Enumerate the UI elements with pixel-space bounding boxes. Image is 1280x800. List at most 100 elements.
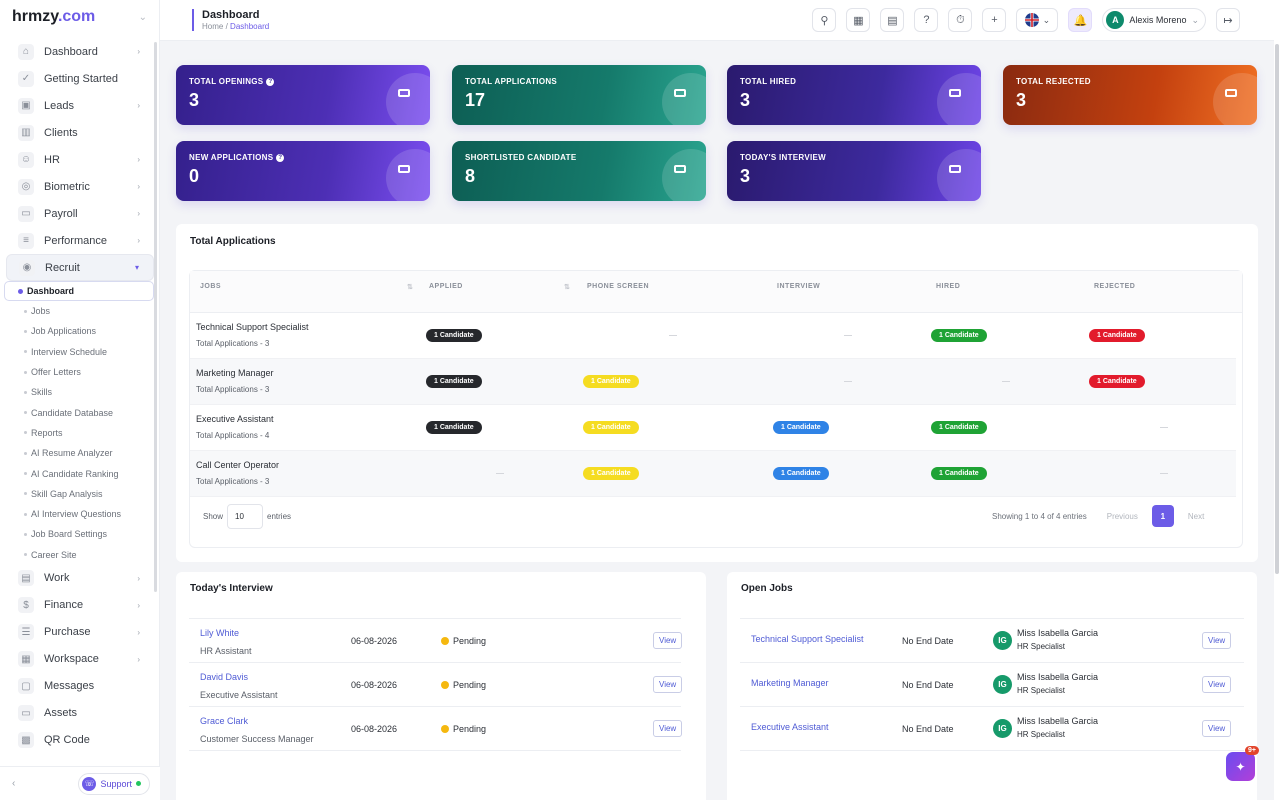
page-1-button[interactable]: 1 [1151, 505, 1174, 527]
sidebar-item-recruit[interactable]: ◉ Recruit ▾ [6, 254, 154, 281]
help-button[interactable]: ? [914, 8, 939, 32]
sidebar-subitem-ai-interview-questions[interactable]: AI Interview Questions [4, 504, 154, 524]
help-icon[interactable]: ? [266, 77, 275, 86]
sidebar-item-assets[interactable]: ▭ Assets [6, 700, 154, 727]
sidebar-subitem-skill-gap-analysis[interactable]: Skill Gap Analysis [4, 484, 154, 504]
candidate-name[interactable]: Lily White [200, 628, 239, 638]
col-applied[interactable]: APPLIED [429, 283, 463, 290]
sidebar-subitem-reports[interactable]: Reports [4, 423, 154, 443]
sidebar-item-clients[interactable]: ▥ Clients [6, 119, 154, 146]
collapse-chevron-icon[interactable]: ⌄ [139, 12, 147, 23]
sidebar-item-work[interactable]: ▤ Work › [6, 565, 154, 592]
logout-button[interactable]: ↦ [1216, 8, 1240, 32]
interview-badge[interactable]: 1 Candidate [773, 467, 829, 480]
sidebar-subitem-dashboard[interactable]: Dashboard [4, 281, 154, 301]
applied-badge[interactable]: 1 Candidate [426, 375, 482, 388]
job-title-link[interactable]: Technical Support Specialist [751, 634, 864, 644]
sidebar-subitem-ai-resume-analyzer[interactable]: AI Resume Analyzer [4, 443, 154, 463]
page-size-select[interactable]: 10 [227, 504, 264, 529]
col-interview[interactable]: INTERVIEW [777, 283, 820, 290]
sidebar-item-workspace[interactable]: ▦ Workspace › [6, 646, 154, 673]
sidebar-subitem-candidate-database[interactable]: Candidate Database [4, 402, 154, 422]
calendar-button[interactable]: ▦ [846, 8, 871, 32]
view-button[interactable]: View [1202, 632, 1232, 649]
phone-screen-badge[interactable]: 1 Candidate [583, 467, 639, 480]
help-icon[interactable]: ? [276, 153, 285, 162]
candidate-name[interactable]: Grace Clark [200, 716, 248, 726]
applied-badge[interactable]: 1 Candidate [426, 421, 482, 434]
stat-card-shortlisted-candidate[interactable]: SHORTLISTED CANDIDATE 8 [452, 141, 706, 201]
hired-badge[interactable]: 1 Candidate [931, 329, 987, 342]
sidebar-subitem-interview-schedule[interactable]: Interview Schedule [4, 342, 154, 362]
stat-card-new-applications[interactable]: NEW APPLICATIONS? 0 [176, 141, 430, 201]
col-hired[interactable]: HIRED [936, 283, 960, 290]
view-button[interactable]: View [653, 676, 683, 693]
sidebar-subitem-career-site[interactable]: Career Site [4, 545, 154, 565]
sidebar-subitem-ai-candidate-ranking[interactable]: AI Candidate Ranking [4, 463, 154, 483]
sidebar-item-hr[interactable]: ☺ HR › [6, 146, 154, 173]
sidebar-item-payroll[interactable]: ▭ Payroll › [6, 200, 154, 227]
stat-card-today-s-interview[interactable]: TODAY'S INTERVIEW 3 [727, 141, 981, 201]
job-title[interactable]: Executive Assistant [196, 414, 274, 424]
hired-badge[interactable]: 1 Candidate [931, 467, 987, 480]
language-selector[interactable]: ⌄ [1016, 8, 1059, 32]
sort-icon[interactable]: ⇅ [564, 283, 570, 291]
sidebar-item-messages[interactable]: ▢ Messages [6, 673, 154, 700]
sidebar-item-biometric[interactable]: ◎ Biometric › [6, 173, 154, 200]
stat-card-total-hired[interactable]: TOTAL HIRED 3 [727, 65, 981, 125]
job-title[interactable]: Call Center Operator [196, 460, 279, 470]
sidebar-item-performance[interactable]: ≡ Performance › [6, 227, 154, 254]
sort-icon[interactable]: ⇅ [407, 283, 413, 291]
next-button[interactable]: Next [1180, 505, 1212, 527]
interview-badge[interactable]: 1 Candidate [773, 421, 829, 434]
sidebar-item-leads[interactable]: ▣ Leads › [6, 92, 154, 119]
sidebar-item-purchase[interactable]: ☰ Purchase › [6, 619, 154, 646]
rejected-badge[interactable]: 1 Candidate [1089, 329, 1145, 342]
candidate-name[interactable]: David Davis [200, 672, 248, 682]
sidebar-subitem-offer-letters[interactable]: Offer Letters [4, 362, 154, 382]
col-phone-screen[interactable]: PHONE SCREEN [587, 283, 649, 290]
timer-button[interactable]: ⏱ [948, 8, 973, 32]
phone-screen-badge[interactable]: 1 Candidate [583, 421, 639, 434]
hired-badge[interactable]: 1 Candidate [931, 421, 987, 434]
user-menu[interactable]: A Alexis Moreno ⌄ [1102, 8, 1206, 32]
stat-card-total-rejected[interactable]: TOTAL REJECTED 3 [1003, 65, 1257, 125]
view-button[interactable]: View [653, 632, 683, 649]
sidebar-subitem-jobs[interactable]: Jobs [4, 301, 154, 321]
sidebar-item-finance[interactable]: $ Finance › [6, 592, 154, 619]
applied-badge[interactable]: 1 Candidate [426, 329, 482, 342]
job-title-link[interactable]: Executive Assistant [751, 722, 829, 732]
ai-assistant-button[interactable]: ✦ 9+ [1226, 746, 1259, 781]
page-scrollbar-thumb[interactable] [1275, 44, 1279, 574]
search-button[interactable]: ⚲ [812, 8, 837, 32]
sidebar-item-qr-code[interactable]: ▩ QR Code [6, 727, 154, 754]
rejected-badge[interactable]: 1 Candidate [1089, 375, 1145, 388]
support-button[interactable]: ☏ Support [78, 772, 150, 795]
sidebar-item-getting-started[interactable]: ✓ Getting Started [6, 65, 154, 92]
job-title[interactable]: Marketing Manager [196, 368, 274, 378]
previous-button[interactable]: Previous [1099, 505, 1146, 527]
sidebar-item-dashboard[interactable]: ⌂ Dashboard › [6, 38, 154, 65]
stat-card-total-openings[interactable]: TOTAL OPENINGS? 3 [176, 65, 430, 125]
stat-value: 17 [465, 90, 486, 110]
stat-card-total-applications[interactable]: TOTAL APPLICATIONS 17 [452, 65, 706, 125]
page-scrollbar[interactable] [1274, 0, 1280, 800]
add-button[interactable]: + [982, 8, 1007, 32]
view-button[interactable]: View [653, 720, 683, 737]
sidebar-subitem-skills[interactable]: Skills [4, 382, 154, 402]
job-title-link[interactable]: Marketing Manager [751, 678, 829, 688]
sidebar-subitem-job-board-settings[interactable]: Job Board Settings [4, 524, 154, 544]
view-button[interactable]: View [1202, 676, 1232, 693]
sticky-note-button[interactable]: ▤ [880, 8, 905, 32]
breadcrumb-home[interactable]: Home [202, 22, 223, 31]
logo[interactable]: hrmzy.com ⌄ [0, 0, 159, 34]
col-rejected[interactable]: REJECTED [1094, 283, 1135, 290]
job-title[interactable]: Technical Support Specialist [196, 322, 309, 332]
phone-screen-badge[interactable]: 1 Candidate [583, 375, 639, 388]
sidebar-subitem-job-applications[interactable]: Job Applications [4, 321, 154, 341]
notifications-button[interactable]: 🔔0 [1068, 8, 1093, 32]
view-button[interactable]: View [1202, 720, 1232, 737]
sidebar-scrollbar[interactable] [154, 42, 157, 592]
col-jobs[interactable]: JOBS [200, 283, 221, 290]
collapse-left-icon[interactable]: ‹ [12, 778, 15, 789]
